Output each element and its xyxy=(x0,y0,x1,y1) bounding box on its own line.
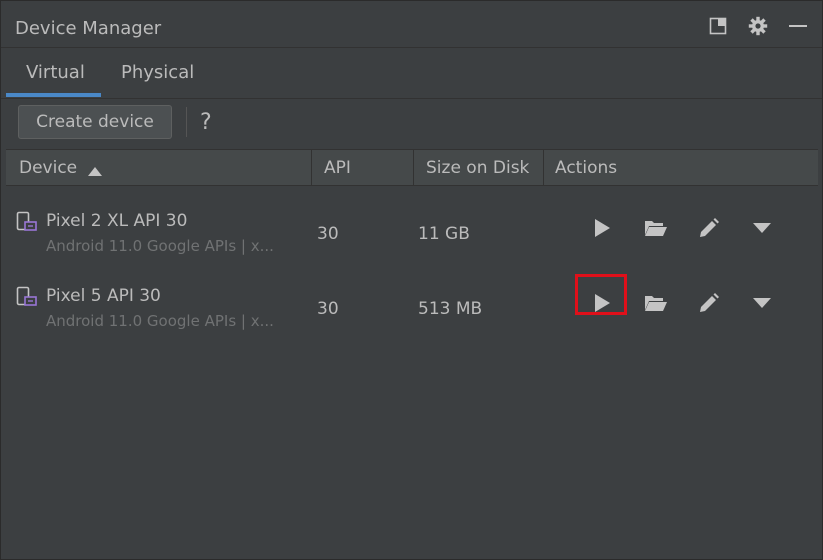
caret-down-icon[interactable] xyxy=(748,289,776,317)
table-row[interactable]: Pixel 5 API 30 Android 11.0 Google APIs … xyxy=(6,266,818,338)
table-row[interactable]: Pixel 2 XL API 30 Android 11.0 Google AP… xyxy=(6,191,818,263)
toolbar-separator xyxy=(186,107,187,137)
api-level: 30 xyxy=(317,224,339,244)
device-icon xyxy=(16,286,38,312)
toolbar: Create device ? xyxy=(1,99,822,149)
restore-panel-icon[interactable] xyxy=(707,15,729,37)
tab-bar: Virtual Physical xyxy=(1,48,822,99)
device-name: Pixel 5 API 30 xyxy=(46,286,161,306)
column-divider[interactable] xyxy=(311,150,312,185)
folder-open-icon[interactable] xyxy=(642,289,670,317)
device-name: Pixel 2 XL API 30 xyxy=(46,211,188,231)
caret-down-icon[interactable] xyxy=(748,214,776,242)
tab-virtual[interactable]: Virtual xyxy=(26,62,85,83)
tab-physical[interactable]: Physical xyxy=(121,62,194,83)
window-title: Device Manager xyxy=(15,18,162,39)
size-on-disk: 513 MB xyxy=(418,299,483,319)
column-divider[interactable] xyxy=(543,150,544,185)
folder-open-icon[interactable] xyxy=(642,214,670,242)
device-manager-window: Device Manager Virtual Physical Create d… xyxy=(0,0,823,560)
gear-icon[interactable] xyxy=(747,15,769,37)
column-header-device[interactable]: Device xyxy=(19,158,77,178)
column-header-size[interactable]: Size on Disk xyxy=(426,158,529,178)
title-bar: Device Manager xyxy=(1,1,822,48)
column-header-api[interactable]: API xyxy=(324,158,351,178)
play-icon[interactable] xyxy=(588,214,616,242)
create-device-button[interactable]: Create device xyxy=(18,105,172,139)
device-icon xyxy=(16,211,38,237)
api-level: 30 xyxy=(317,299,339,319)
minimize-icon[interactable] xyxy=(787,15,809,37)
column-divider[interactable] xyxy=(413,150,414,185)
help-icon[interactable]: ? xyxy=(200,110,212,135)
selected-tab-indicator xyxy=(6,93,101,97)
size-on-disk: 11 GB xyxy=(418,224,470,244)
pencil-icon[interactable] xyxy=(695,214,723,242)
run-button-highlight xyxy=(575,274,627,315)
device-details: Android 11.0 Google APIs | x... xyxy=(46,312,274,330)
table-header: Device API Size on Disk Actions xyxy=(6,149,818,186)
sort-ascending-icon[interactable] xyxy=(88,161,102,180)
pencil-icon[interactable] xyxy=(695,289,723,317)
column-header-actions: Actions xyxy=(555,158,618,178)
device-details: Android 11.0 Google APIs | x... xyxy=(46,237,274,255)
